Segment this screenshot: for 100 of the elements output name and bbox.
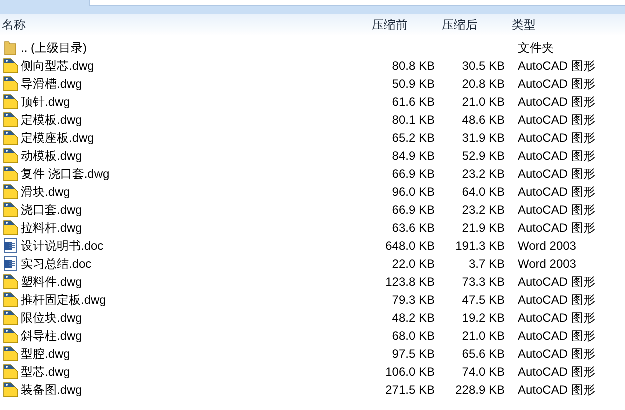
file-name[interactable]: 滑块.dwg bbox=[21, 184, 70, 200]
compressed-size: 23.2 KB bbox=[461, 167, 505, 181]
drawing-file-icon bbox=[3, 148, 19, 164]
column-title[interactable]: 名称 bbox=[0, 16, 370, 34]
file-name[interactable]: 定模板.dwg bbox=[21, 112, 82, 128]
file-name[interactable]: 动模板.dwg bbox=[21, 148, 82, 164]
drawing-file-icon bbox=[3, 202, 19, 218]
original-size: 66.9 KB bbox=[391, 167, 435, 181]
compressed-size: 20.8 KB bbox=[461, 77, 505, 91]
drawing-file-icon bbox=[3, 328, 19, 344]
word-document-icon bbox=[3, 256, 19, 272]
original-size: 648.0 KB bbox=[384, 239, 435, 253]
file-type: AutoCAD 图形 bbox=[517, 76, 596, 92]
drawing-file-icon bbox=[3, 76, 19, 92]
file-name[interactable]: 导滑槽.dwg bbox=[21, 76, 82, 92]
compressed-size: 21.9 KB bbox=[461, 221, 505, 235]
drawing-file-icon bbox=[3, 166, 19, 182]
file-type: AutoCAD 图形 bbox=[517, 58, 596, 74]
drawing-file-icon bbox=[3, 58, 19, 74]
file-name[interactable]: 推杆固定板.dwg bbox=[21, 292, 106, 308]
file-type: AutoCAD 图形 bbox=[517, 364, 596, 380]
compressed-size: 52.9 KB bbox=[461, 149, 505, 163]
file-name[interactable]: 定模座板.dwg bbox=[21, 130, 94, 146]
original-size: 22.0 KB bbox=[391, 257, 435, 271]
file-name[interactable]: 顶针.dwg bbox=[21, 94, 70, 110]
compressed-size: 21.0 KB bbox=[461, 329, 505, 343]
column-title[interactable]: 类型 bbox=[510, 16, 625, 34]
original-size: 50.9 KB bbox=[391, 77, 435, 91]
file-type: AutoCAD 图形 bbox=[517, 310, 596, 326]
compressed-size: 64.0 KB bbox=[461, 185, 505, 199]
file-type: AutoCAD 图形 bbox=[517, 166, 596, 182]
original-size: 97.5 KB bbox=[391, 347, 435, 361]
compressed-size: 30.5 KB bbox=[461, 59, 505, 73]
file-name[interactable]: .. (上级目录) bbox=[21, 40, 87, 56]
word-document-icon bbox=[3, 238, 19, 254]
compressed-size: 21.0 KB bbox=[461, 95, 505, 109]
file-name[interactable]: 浇口套.dwg bbox=[21, 202, 82, 218]
drawing-file-icon bbox=[3, 346, 19, 362]
file-type: AutoCAD 图形 bbox=[517, 184, 596, 200]
drawing-file-icon bbox=[3, 382, 19, 398]
drawing-file-icon bbox=[3, 94, 19, 110]
original-size: 123.8 KB bbox=[384, 275, 435, 289]
folder-icon bbox=[3, 40, 19, 56]
compressed-size: 191.3 KB bbox=[454, 239, 505, 253]
file-type: AutoCAD 图形 bbox=[517, 346, 596, 362]
column-title[interactable]: 压缩后 bbox=[440, 16, 510, 34]
compressed-size: 47.5 KB bbox=[461, 293, 505, 307]
file-name[interactable]: 拉料杆.dwg bbox=[21, 220, 82, 236]
file-type: AutoCAD 图形 bbox=[517, 382, 596, 398]
compressed-size: 65.6 KB bbox=[461, 347, 505, 361]
file-type: AutoCAD 图形 bbox=[517, 220, 596, 236]
file-type: Word 2003 bbox=[517, 239, 578, 253]
compressed-size: 48.6 KB bbox=[461, 113, 505, 127]
original-size: 80.8 KB bbox=[391, 59, 435, 73]
column-title[interactable]: 压缩前 bbox=[370, 16, 440, 34]
file-name[interactable]: 设计说明书.doc bbox=[21, 238, 104, 254]
original-size: 65.2 KB bbox=[391, 131, 435, 145]
address-field[interactable] bbox=[89, 0, 625, 6]
original-size: 48.2 KB bbox=[391, 311, 435, 325]
file-type: AutoCAD 图形 bbox=[517, 328, 596, 344]
original-size: 271.5 KB bbox=[384, 383, 435, 397]
original-size: 63.6 KB bbox=[391, 221, 435, 235]
original-size: 96.0 KB bbox=[391, 185, 435, 199]
original-size: 79.3 KB bbox=[391, 293, 435, 307]
drawing-file-icon bbox=[3, 292, 19, 308]
file-type: 文件夹 bbox=[517, 40, 555, 56]
drawing-file-icon bbox=[3, 274, 19, 290]
original-size: 68.0 KB bbox=[391, 329, 435, 343]
file-name[interactable]: 型芯.dwg bbox=[21, 364, 70, 380]
drawing-file-icon bbox=[3, 112, 19, 128]
compressed-size: 74.0 KB bbox=[461, 365, 505, 379]
compressed-size: 31.9 KB bbox=[461, 131, 505, 145]
file-type: AutoCAD 图形 bbox=[517, 202, 596, 218]
drawing-file-icon bbox=[3, 310, 19, 326]
compressed-size: 19.2 KB bbox=[461, 311, 505, 325]
compressed-size: 228.9 KB bbox=[454, 383, 505, 397]
compressed-size: 73.3 KB bbox=[461, 275, 505, 289]
file-name[interactable]: 塑料件.dwg bbox=[21, 274, 82, 290]
compressed-size: 3.7 KB bbox=[468, 257, 505, 271]
file-name[interactable]: 侧向型芯.dwg bbox=[21, 58, 94, 74]
drawing-file-icon bbox=[3, 220, 19, 236]
file-type: AutoCAD 图形 bbox=[517, 148, 596, 164]
original-size: 80.1 KB bbox=[391, 113, 435, 127]
drawing-file-icon bbox=[3, 130, 19, 146]
compressed-size: 23.2 KB bbox=[461, 203, 505, 217]
file-type: AutoCAD 图形 bbox=[517, 274, 596, 290]
drawing-file-icon bbox=[3, 364, 19, 380]
file-name[interactable]: 实习总结.doc bbox=[21, 256, 92, 272]
file-type: AutoCAD 图形 bbox=[517, 112, 596, 128]
original-size: 66.9 KB bbox=[391, 203, 435, 217]
file-name[interactable]: 型腔.dwg bbox=[21, 346, 70, 362]
original-size: 106.0 KB bbox=[384, 365, 435, 379]
file-name[interactable]: 装备图.dwg bbox=[21, 382, 82, 398]
file-name[interactable]: 斜导柱.dwg bbox=[21, 328, 82, 344]
file-name[interactable]: 复件 浇口套.dwg bbox=[21, 166, 110, 182]
file-type: Word 2003 bbox=[517, 257, 578, 271]
original-size: 84.9 KB bbox=[391, 149, 435, 163]
file-name[interactable]: 限位块.dwg bbox=[21, 310, 82, 326]
file-type: AutoCAD 图形 bbox=[517, 130, 596, 146]
drawing-file-icon bbox=[3, 184, 19, 200]
